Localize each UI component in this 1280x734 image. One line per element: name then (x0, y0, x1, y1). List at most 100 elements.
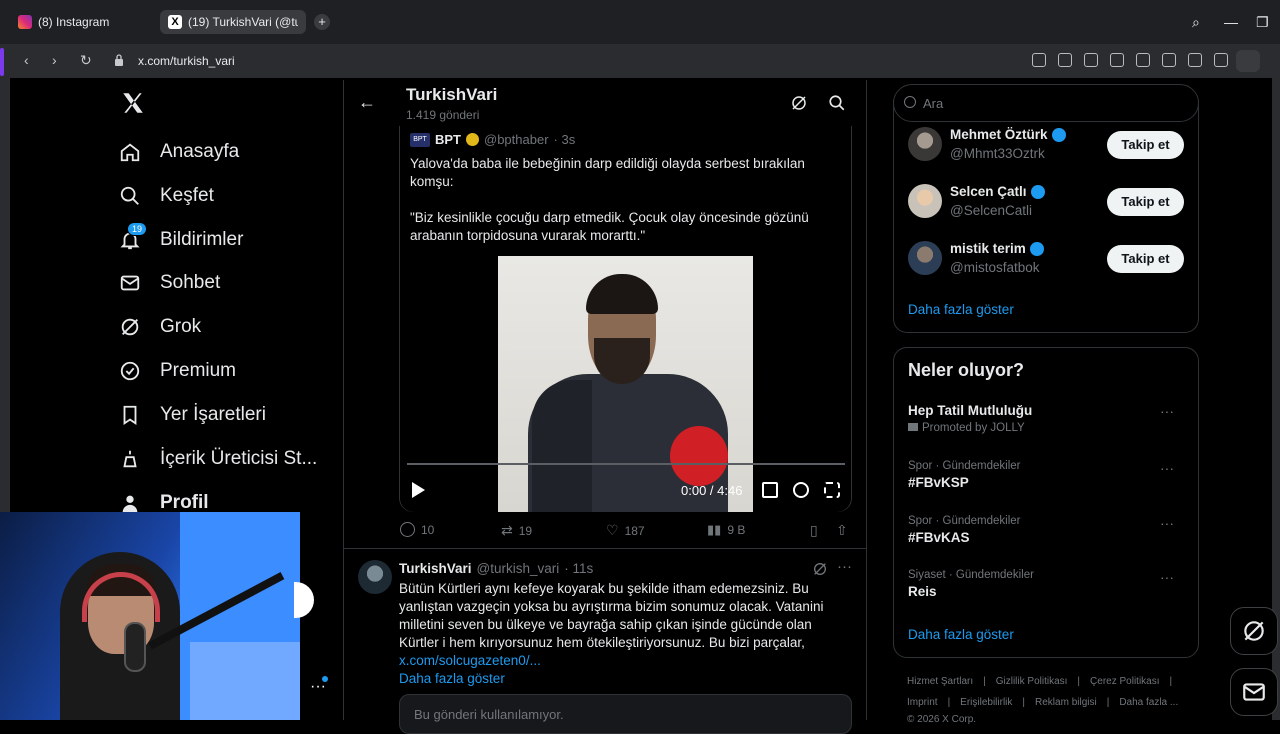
nav-premium[interactable]: Premium (118, 351, 236, 391)
verified-gold-icon (466, 133, 479, 146)
edit-icon[interactable] (1032, 53, 1046, 67)
footer-link[interactable]: Imprint (907, 697, 938, 708)
follow-button[interactable]: Takip et (1107, 188, 1184, 216)
video-player[interactable]: 0:00 / 4:46 (400, 256, 851, 512)
like-button[interactable]: ♡ 187 (606, 522, 645, 539)
nav-bookmarks[interactable]: Yer İşaretleri (118, 395, 266, 435)
footer-link[interactable]: Çerez Politikası (1090, 676, 1159, 687)
author-name[interactable]: TurkishVari (399, 561, 472, 576)
account-icon[interactable] (1214, 53, 1228, 67)
bookmark-button[interactable]: ▯ (810, 522, 818, 539)
settings-gear-icon[interactable] (793, 482, 809, 498)
tab-instagram[interactable]: (8) Instagram (10, 10, 150, 34)
address-bar: ‹ › ↻ x.com/turkish_vari (0, 44, 1280, 78)
follow-suggestion[interactable]: Selcen Çatlı @SelcenCatli Takip et (908, 184, 1188, 228)
compose-button-partial[interactable] (294, 582, 314, 618)
messages-fab[interactable] (1230, 668, 1278, 716)
grok-icon[interactable] (790, 94, 808, 112)
volume-icon[interactable] (762, 482, 778, 498)
unavailable-post: Bu gönderi kullanılamıyor. (399, 694, 852, 734)
nav-messages[interactable]: Sohbet (118, 263, 220, 303)
more-options-icon[interactable]: ··· (1160, 460, 1174, 476)
nav-creator-studio[interactable]: İçerik Üreticisi St... (118, 439, 317, 479)
download-icon[interactable] (1162, 53, 1176, 67)
grok-fab[interactable] (1230, 607, 1278, 655)
search-tabs-icon[interactable]: ⌕ (1192, 14, 1200, 31)
share-button[interactable]: ⇧ (836, 522, 848, 539)
menu-icon[interactable] (1188, 53, 1202, 67)
post-link[interactable]: x.com/solcugazeten0/... (399, 653, 541, 668)
back-icon[interactable]: ‹ (24, 52, 29, 68)
name-text: Selcen Çatlı (950, 184, 1027, 199)
post-count: 1.419 gönderi (406, 108, 480, 122)
forward-icon[interactable]: › (52, 52, 57, 68)
follow-button[interactable]: Takip et (1107, 131, 1184, 159)
post-header: TurkishVari @turkish_vari · 11s (399, 561, 593, 576)
reload-icon[interactable]: ↻ (80, 52, 92, 69)
trend-item[interactable]: Siyaset · Gündemdekiler Reis ··· (908, 569, 1188, 599)
nav-explore[interactable]: Keşfet (118, 176, 214, 216)
nav-grok[interactable]: Grok (118, 307, 201, 347)
reply-button[interactable]: 10 (400, 522, 434, 537)
footer-sep: | (1169, 676, 1173, 687)
footer-sep: | (983, 676, 986, 687)
show-more-link[interactable]: Daha fazla göster (399, 671, 505, 686)
grok-icon[interactable] (812, 561, 828, 577)
heart-icon[interactable] (1136, 53, 1150, 67)
restore-icon[interactable]: ❐ (1256, 14, 1269, 31)
camera-icon[interactable] (1058, 53, 1072, 67)
footer-link[interactable]: Erişilebilirlik (960, 697, 1012, 708)
more-options-icon[interactable]: ··· (1160, 569, 1174, 585)
footer-link[interactable]: Reklam bilgisi (1035, 697, 1097, 708)
new-tab-button[interactable]: + (314, 14, 330, 30)
footer-link[interactable]: Hizmet Şartları (907, 676, 973, 687)
search-icon[interactable] (828, 94, 846, 112)
trend-item[interactable]: Spor · Gündemdekiler #FBvKAS ··· (908, 515, 1188, 545)
fullscreen-icon[interactable] (824, 482, 840, 498)
name-text: mistik terim (950, 241, 1026, 256)
creator-icon (118, 447, 142, 471)
more-options-icon[interactable]: ··· (1160, 515, 1174, 531)
trend-item[interactable]: Hep Tatil Mutluluğu Promoted by JOLLY ··… (908, 403, 1188, 434)
back-arrow-icon[interactable]: ← (358, 92, 376, 113)
trends-title: Neler oluyor? (908, 360, 1025, 380)
show-more-trends[interactable]: Daha fazla göster (908, 627, 1014, 642)
shield-icon[interactable] (1084, 53, 1098, 67)
repost-button[interactable]: ⇄ 19 (501, 522, 532, 539)
nav-label: Profil (160, 492, 209, 513)
bookmark-icon (118, 403, 142, 427)
play-icon[interactable] (412, 482, 425, 498)
follow-suggestion[interactable]: Mehmet Öztürk @Mhmt33Oztrk Takip et (908, 127, 1188, 171)
video-progress-bar[interactable] (407, 463, 845, 465)
x-logo-icon[interactable] (120, 90, 146, 116)
minimize-icon[interactable]: — (1224, 14, 1238, 30)
play-icon[interactable] (1110, 53, 1124, 67)
more-options-icon[interactable]: ··· (1160, 403, 1174, 419)
nav-home[interactable]: Anasayfa (118, 132, 239, 172)
more-options-icon[interactable]: ··· (837, 558, 852, 575)
like-count: 187 (624, 523, 645, 538)
tab-x-profile[interactable]: X (19) TurkishVari (@turkish (160, 10, 306, 34)
post-time: · 3s (553, 132, 576, 147)
trend-item[interactable]: Spor · Gündemdekiler #FBvKSP ··· (908, 460, 1188, 490)
show-more-follow[interactable]: Daha fazla göster (908, 302, 1014, 317)
share-icon: ⇧ (836, 522, 848, 538)
follow-suggestion[interactable]: mistik terim @mistosfatbok Takip et (908, 241, 1188, 285)
follow-button[interactable]: Takip et (1107, 245, 1184, 273)
post-body: Bütün Kürtleri aynı kefeye koyarak bu şe… (399, 581, 824, 650)
author-handle: @turkish_vari (476, 561, 560, 576)
suggestion-handle: @SelcenCatli (950, 203, 1032, 218)
footer-link[interactable]: Gizlilik Politikası (996, 676, 1068, 687)
url-field[interactable]: x.com/turkish_vari (138, 54, 235, 68)
avatar[interactable] (358, 560, 392, 594)
footer-links: Imprint | Erişilebilirlik | Reklam bilgisi… (907, 697, 1178, 708)
tab-label: (8) Instagram (38, 15, 110, 29)
lock-icon (115, 54, 123, 66)
notification-badge: 19 (127, 222, 148, 236)
footer-sep: | (1077, 676, 1081, 687)
trend-category: Siyaset · Gündemdekiler (908, 569, 1034, 581)
footer-link[interactable]: Daha fazla ... (1119, 697, 1178, 708)
extension-box-icon[interactable] (1236, 50, 1260, 72)
views-button[interactable]: ▮▮ 9 B (707, 522, 745, 538)
nav-notifications[interactable]: 19 Bildirimler (118, 220, 243, 260)
